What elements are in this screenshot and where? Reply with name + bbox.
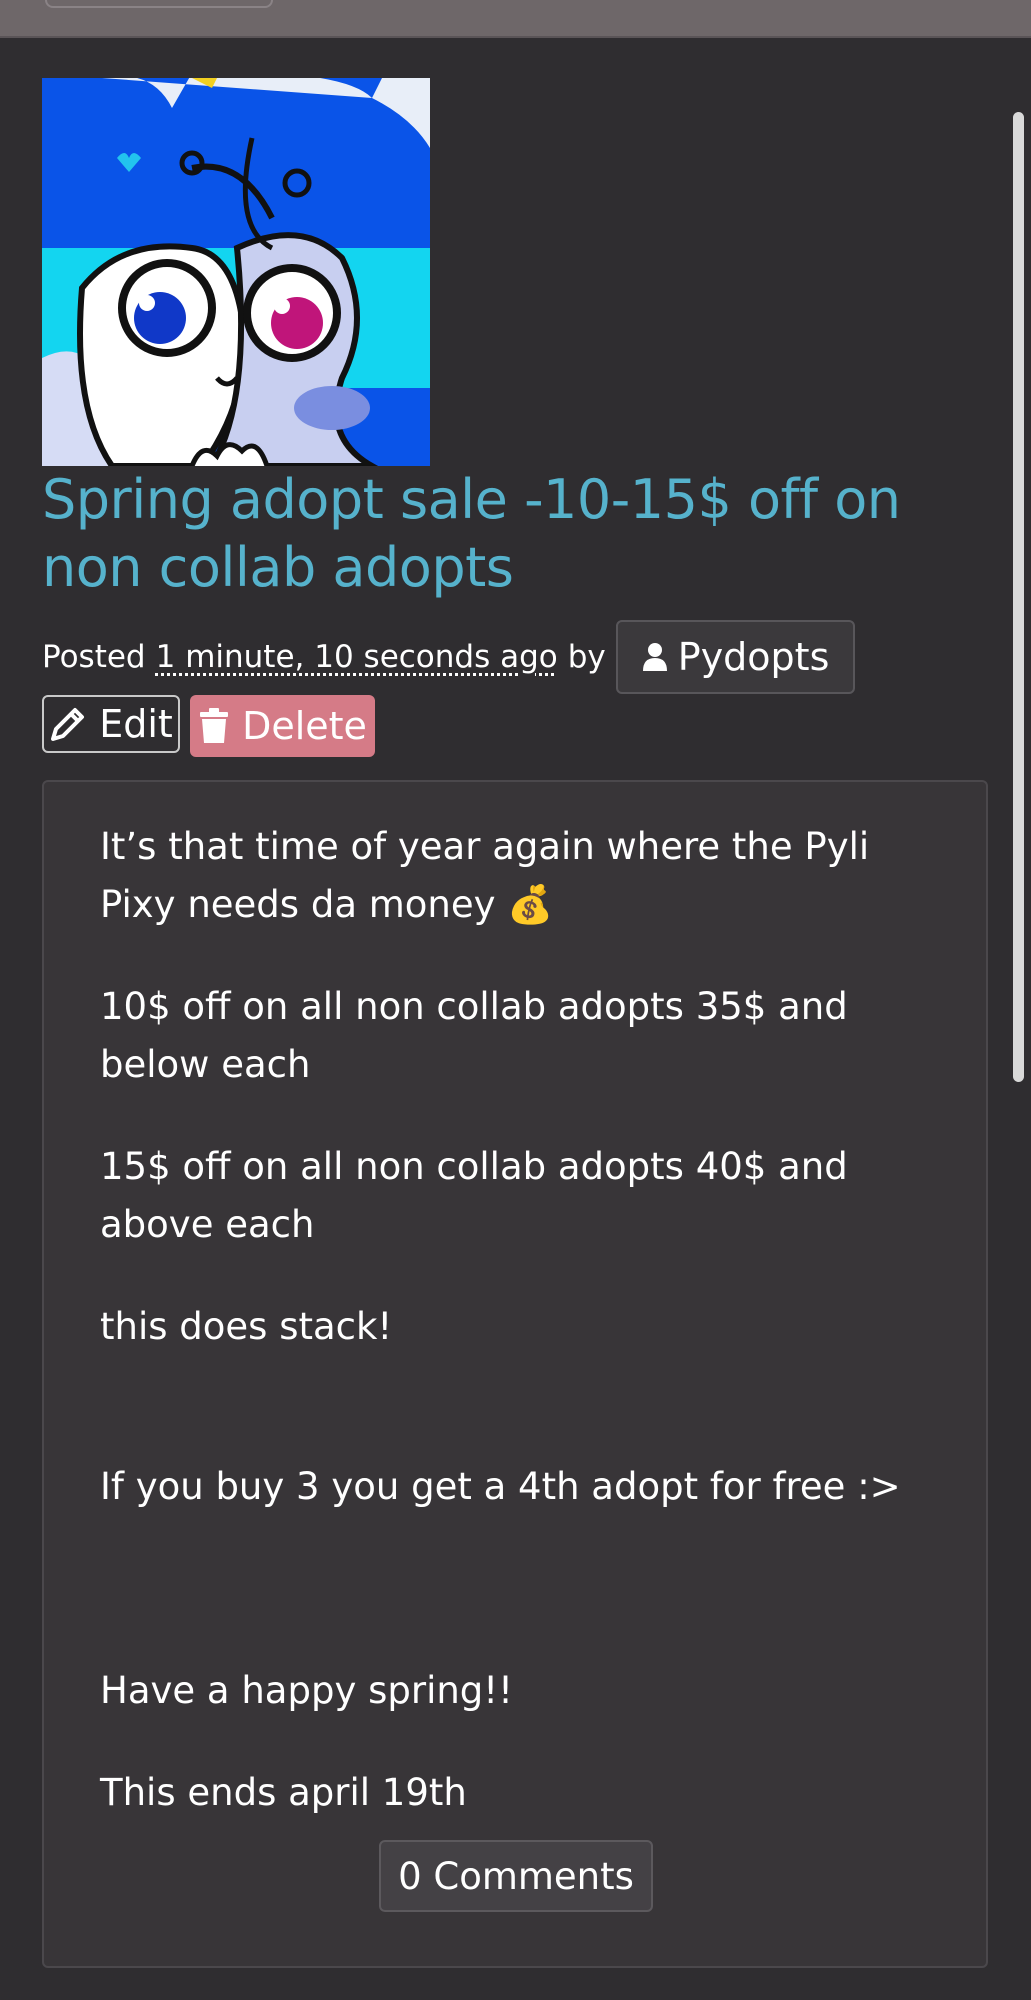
delete-button[interactable]: Delete xyxy=(190,695,375,757)
body-paragraph: If you buy 3 you get a 4th adopt for fre… xyxy=(100,1465,901,1508)
posted-prefix: Posted xyxy=(42,639,146,675)
scrollbar[interactable] xyxy=(1013,112,1024,1082)
post-body-card: It’s that time of year again where the P… xyxy=(42,780,988,1968)
post-actions: Edit Delete xyxy=(42,695,375,757)
edit-button[interactable]: Edit xyxy=(42,695,180,753)
body-paragraph: this does stack! xyxy=(100,1305,393,1348)
post-meta: Posted 1 minute, 10 seconds ago by Pydop… xyxy=(42,620,856,694)
posted-time: 1 minute, 10 seconds ago xyxy=(155,639,558,675)
body-paragraph: 10$ off on all non collab adopts 35$ and… xyxy=(100,985,848,1086)
pencil-icon xyxy=(51,708,85,741)
post-body: It’s that time of year again where the P… xyxy=(100,818,930,1822)
user-icon xyxy=(642,643,667,671)
post-title[interactable]: Spring adopt sale -10-15$ off on non col… xyxy=(42,466,972,602)
author-button[interactable]: Pydopts xyxy=(615,620,856,694)
author-name: Pydopts xyxy=(677,635,830,679)
body-paragraph: Have a happy spring!! xyxy=(100,1669,513,1712)
trash-icon xyxy=(200,708,229,743)
post-image xyxy=(42,78,430,466)
top-bar-button[interactable] xyxy=(45,0,273,8)
posted-by: by xyxy=(567,639,606,675)
comments-button[interactable]: 0 Comments xyxy=(379,1840,653,1912)
edit-label: Edit xyxy=(99,702,173,746)
top-bar xyxy=(0,0,1031,38)
body-paragraph: It’s that time of year again where the P… xyxy=(100,825,870,926)
body-paragraph: 15$ off on all non collab adopts 40$ and… xyxy=(100,1145,848,1246)
delete-label: Delete xyxy=(242,704,367,748)
body-paragraph: This ends april 19th xyxy=(100,1771,467,1814)
